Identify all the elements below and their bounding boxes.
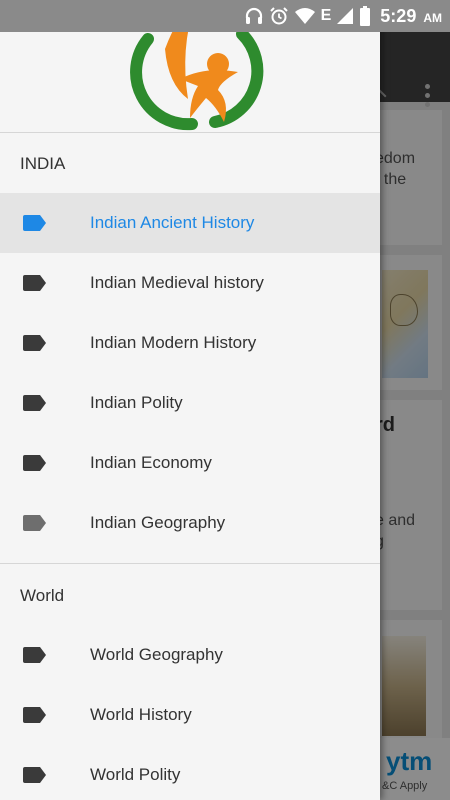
- nav-item-label: Indian Medieval history: [90, 273, 264, 292]
- label-icon: [23, 215, 47, 231]
- nav-item-world-polity[interactable]: World Polity: [0, 745, 380, 800]
- headset-icon: [244, 6, 264, 26]
- status-time: 5:29: [380, 5, 417, 26]
- nav-item-label: Indian Polity: [90, 393, 183, 412]
- nav-item-label: World Polity: [90, 765, 181, 784]
- nav-item-indian-economy[interactable]: Indian Economy: [0, 433, 380, 493]
- section-title-world: World: [20, 586, 65, 605]
- nav-item-indian-geography[interactable]: Indian Geography: [0, 493, 380, 553]
- battery-icon: [359, 6, 371, 26]
- label-icon: [23, 455, 47, 471]
- label-icon: [23, 515, 47, 531]
- network-type-label: E: [320, 7, 332, 24]
- nav-item-label: Indian Modern History: [90, 333, 257, 352]
- drawer-divider: [0, 132, 380, 133]
- nav-item-world-history[interactable]: World History: [0, 685, 380, 745]
- label-icon: [23, 707, 47, 723]
- label-icon: [23, 767, 47, 783]
- nav-item-indian-modern-history[interactable]: Indian Modern History: [0, 313, 380, 373]
- nav-item-indian-ancient-history[interactable]: Indian Ancient History: [0, 193, 380, 253]
- nav-item-label: Indian Ancient History: [90, 213, 255, 232]
- label-icon: [23, 275, 47, 291]
- nav-item-label: World Geography: [90, 645, 223, 664]
- nav-item-label: Indian Geography: [90, 513, 226, 532]
- label-icon: [23, 335, 47, 351]
- alarm-icon: [269, 6, 289, 26]
- nav-item-world-geography[interactable]: World Geography: [0, 625, 380, 685]
- wifi-icon: [294, 7, 316, 25]
- nav-item-indian-polity[interactable]: Indian Polity: [0, 373, 380, 433]
- nav-item-label: Indian Economy: [90, 453, 212, 472]
- nav-item-indian-medieval-history[interactable]: Indian Medieval history: [0, 253, 380, 313]
- status-ampm: AM: [423, 11, 442, 25]
- section-title-india: INDIA: [20, 154, 66, 173]
- label-icon: [23, 395, 47, 411]
- drawer-header: [0, 4, 380, 132]
- label-icon: [23, 647, 47, 663]
- status-bar: E 5:29 AM: [0, 0, 450, 32]
- drawer-divider: [0, 563, 380, 564]
- signal-icon: [336, 7, 354, 25]
- navigation-drawer: INDIA Indian Ancient History Indian Medi…: [0, 0, 380, 800]
- nav-item-label: World History: [90, 705, 192, 724]
